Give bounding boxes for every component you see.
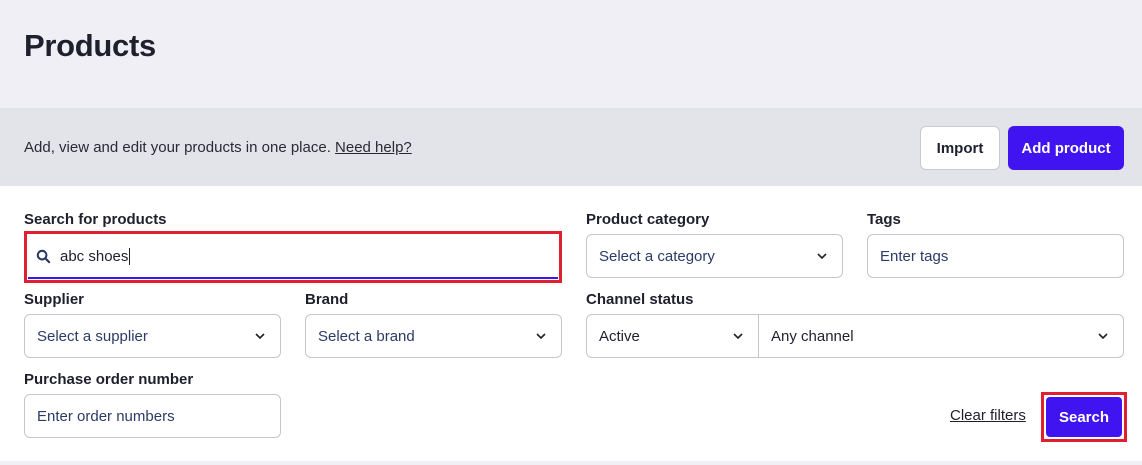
info-description: Add, view and edit your products in one …	[24, 139, 331, 156]
supplier-placeholder: Select a supplier	[37, 327, 148, 345]
clear-filters-link[interactable]: Clear filters	[950, 407, 1026, 424]
import-button[interactable]: Import	[920, 126, 1000, 170]
channel-select[interactable]: Any channel	[759, 315, 1123, 357]
tags-input[interactable]: Enter tags	[867, 234, 1124, 278]
bottom-divider	[0, 461, 1142, 465]
purchase-order-label: Purchase order number	[24, 371, 194, 388]
brand-label: Brand	[305, 291, 349, 308]
chevron-down-icon	[1097, 330, 1109, 342]
search-label: Search for products	[24, 211, 167, 228]
page-header: Products	[0, 0, 1142, 108]
category-placeholder: Select a category	[599, 247, 715, 265]
tags-label: Tags	[867, 211, 901, 228]
category-label: Product category	[586, 211, 710, 228]
channel-status-value: Active	[599, 327, 640, 345]
add-product-button[interactable]: Add product	[1008, 126, 1124, 170]
brand-placeholder: Select a brand	[318, 327, 415, 345]
supplier-select[interactable]: Select a supplier	[24, 314, 281, 358]
supplier-label: Supplier	[24, 291, 85, 308]
search-input[interactable]: abc shoes	[28, 235, 558, 279]
channel-status-select[interactable]: Active	[587, 315, 759, 357]
help-link[interactable]: Need help?	[335, 139, 412, 156]
chevron-down-icon	[732, 330, 744, 342]
brand-select[interactable]: Select a brand	[305, 314, 562, 358]
channel-status-label: Channel status	[586, 291, 694, 308]
info-text: Add, view and edit your products in one …	[24, 139, 412, 156]
text-caret	[129, 247, 131, 265]
purchase-order-placeholder: Enter order numbers	[37, 407, 175, 425]
page-title: Products	[24, 28, 156, 63]
chevron-down-icon	[816, 250, 828, 262]
chevron-down-icon	[535, 330, 547, 342]
chevron-down-icon	[254, 330, 266, 342]
tags-placeholder: Enter tags	[880, 247, 949, 265]
purchase-order-input[interactable]: Enter order numbers	[24, 394, 281, 438]
search-button[interactable]: Search	[1046, 397, 1122, 437]
category-select[interactable]: Select a category	[586, 234, 843, 278]
channel-value: Any channel	[771, 327, 854, 345]
channel-status-group: Active Any channel	[586, 314, 1124, 358]
search-icon	[36, 248, 52, 264]
search-value: abc shoes	[60, 247, 129, 265]
